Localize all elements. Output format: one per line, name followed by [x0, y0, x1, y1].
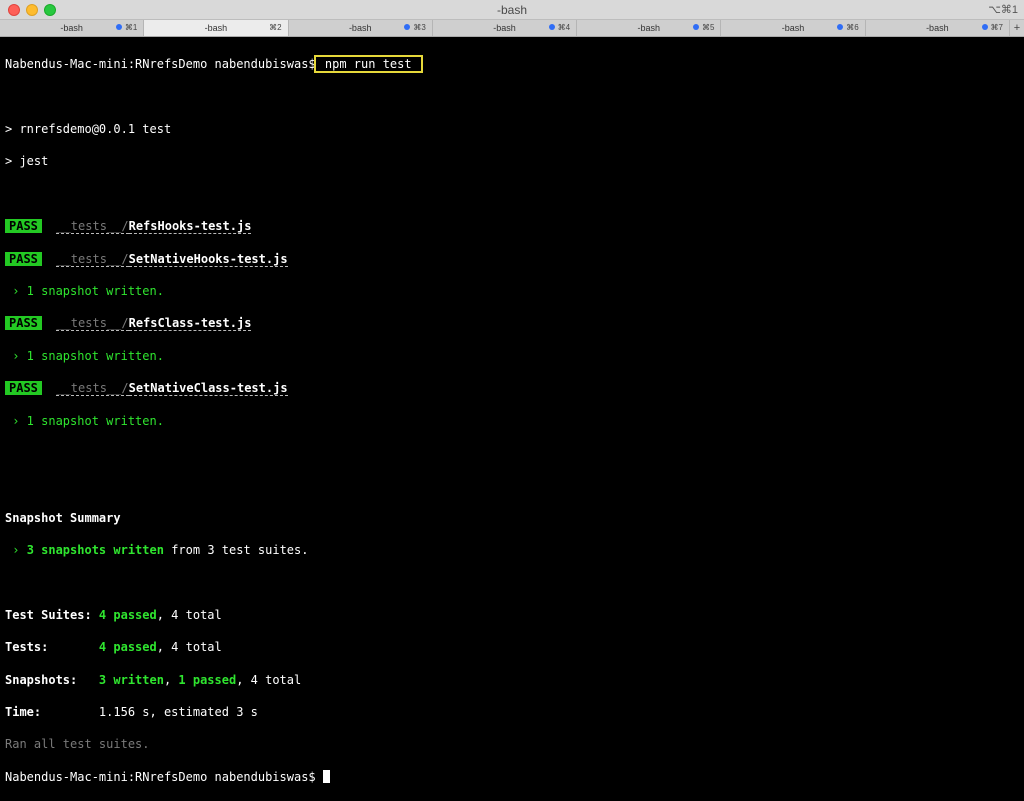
title-bar: -bash ⌥⌘1 [0, 0, 1024, 20]
ran-all-line: Ran all test suites. [5, 737, 150, 752]
activity-dot-icon [981, 24, 988, 30]
tests-dir: __tests__/ [56, 381, 129, 397]
snapshot-summary-title: Snapshot Summary [5, 510, 121, 525]
tab-shortcut: ⌘2 [269, 23, 282, 32]
snapshot-written-line: › 1 snapshot written. [5, 283, 164, 298]
suites-label: Test Suites: [5, 607, 99, 622]
prompt-line: Nabendus-Mac-mini:RNrefsDemo nabendubisw… [5, 55, 1024, 74]
snapshots-summary: Snapshots: 3 written, 1 passed, 4 total [5, 672, 1024, 688]
time-summary: Time: 1.156 s, estimated 3 s [5, 704, 1024, 720]
summary-prefix: › [5, 543, 27, 558]
window-shortcut: ⌥⌘1 [988, 4, 1018, 16]
tab-6[interactable]: -bash ⌘6 [721, 20, 866, 36]
test-file: SetNativeHooks-test.js [128, 251, 288, 267]
snapshots-written: 3 written [98, 672, 164, 687]
pass-badge: PASS [5, 251, 42, 266]
activity-dot-icon [837, 24, 844, 30]
cursor-icon [322, 769, 330, 783]
activity-dot-icon [548, 24, 555, 30]
tests-dir: __tests__/ [56, 219, 129, 235]
summary-rest: from 3 test suites. [163, 543, 309, 558]
command-highlight: npm run test [313, 55, 423, 74]
snapshots-passed: 1 passed [178, 672, 237, 687]
tab-shortcut: ⌘1 [124, 23, 138, 32]
tests-summary: Tests: 4 passed, 4 total [5, 639, 1024, 655]
snapshot-written-line: › 1 snapshot written. [5, 413, 164, 428]
time-label: Time: [5, 705, 99, 720]
time-value: 1.156 s, estimated 3 s [98, 705, 258, 720]
suites-summary: Test Suites: 4 passed, 4 total [5, 607, 1024, 623]
tab-7[interactable]: -bash ⌘7 [866, 20, 1010, 36]
tab-2[interactable]: -bash ⌘2 [144, 20, 289, 36]
tab-shortcut: ⌘6 [846, 23, 859, 32]
test-result-row: PASS __tests__/SetNativeClass-test.js [5, 380, 1024, 397]
tab-shortcut: ⌘3 [413, 23, 426, 32]
tab-4[interactable]: -bash ⌘4 [433, 20, 578, 36]
activity-dot-icon [404, 24, 411, 30]
script-line: > jest [5, 154, 49, 169]
prompt: Nabendus-Mac-mini:RNrefsDemo nabendubisw… [5, 769, 316, 784]
test-file: SetNativeClass-test.js [128, 381, 288, 397]
test-result-row: PASS __tests__/SetNativeHooks-test.js [5, 251, 1024, 267]
tests-dir: __tests__/ [56, 316, 129, 332]
snapshot-written-line: › 1 snapshot written. [5, 348, 164, 363]
prompt-line[interactable]: Nabendus-Mac-mini:RNrefsDemo nabendubisw… [5, 769, 1024, 785]
command-text: npm run test [324, 57, 412, 72]
activity-dot-icon [115, 24, 122, 30]
tab-5[interactable]: -bash ⌘5 [577, 20, 722, 36]
pass-badge: PASS [5, 381, 42, 396]
snapshot-summary-line: › 3 snapshots written from 3 test suites… [5, 542, 1024, 558]
tests-passed: 4 passed [98, 640, 157, 655]
test-file: RefsClass-test.js [128, 316, 252, 332]
prompt: Nabendus-Mac-mini:RNrefsDemo nabendubisw… [5, 57, 316, 72]
test-result-row: PASS __tests__/RefsHooks-test.js [5, 218, 1024, 235]
tests-label: Tests: [5, 640, 99, 655]
tab-shortcut: ⌘5 [701, 23, 715, 32]
suites-passed: 4 passed [98, 607, 157, 622]
test-file: RefsHooks-test.js [128, 219, 252, 235]
suites-total: , 4 total [156, 607, 222, 622]
pass-badge: PASS [5, 219, 42, 234]
new-tab-button[interactable]: + [1009, 20, 1024, 36]
snapshots-sep: , [163, 672, 179, 687]
tests-total: , 4 total [156, 640, 222, 655]
snapshots-label: Snapshots: [5, 672, 99, 687]
tab-bar: -bash ⌘1 -bash ⌘2 -bash ⌘3 -bash ⌘4 -bash ⌘5 … [0, 20, 1024, 37]
tab-1[interactable]: -bash ⌘1 [0, 20, 145, 36]
activity-dot-icon [692, 24, 699, 30]
tab-shortcut: ⌘7 [990, 23, 1003, 32]
test-result-row: PASS __tests__/RefsClass-test.js [5, 315, 1024, 332]
pass-badge: PASS [5, 316, 42, 331]
terminal-output[interactable]: Nabendus-Mac-mini:RNrefsDemo nabendubisw… [0, 37, 1024, 801]
tab-label: -bash [204, 23, 228, 33]
snapshots-total: , 4 total [236, 672, 302, 687]
tests-dir: __tests__/ [56, 251, 129, 267]
script-line: > rnrefsdemo@0.0.1 test [5, 121, 172, 136]
tab-shortcut: ⌘4 [557, 23, 571, 32]
window-title: -bash [496, 3, 528, 17]
summary-highlight: 3 snapshots written [26, 543, 164, 558]
tab-3[interactable]: -bash ⌘3 [289, 20, 433, 36]
